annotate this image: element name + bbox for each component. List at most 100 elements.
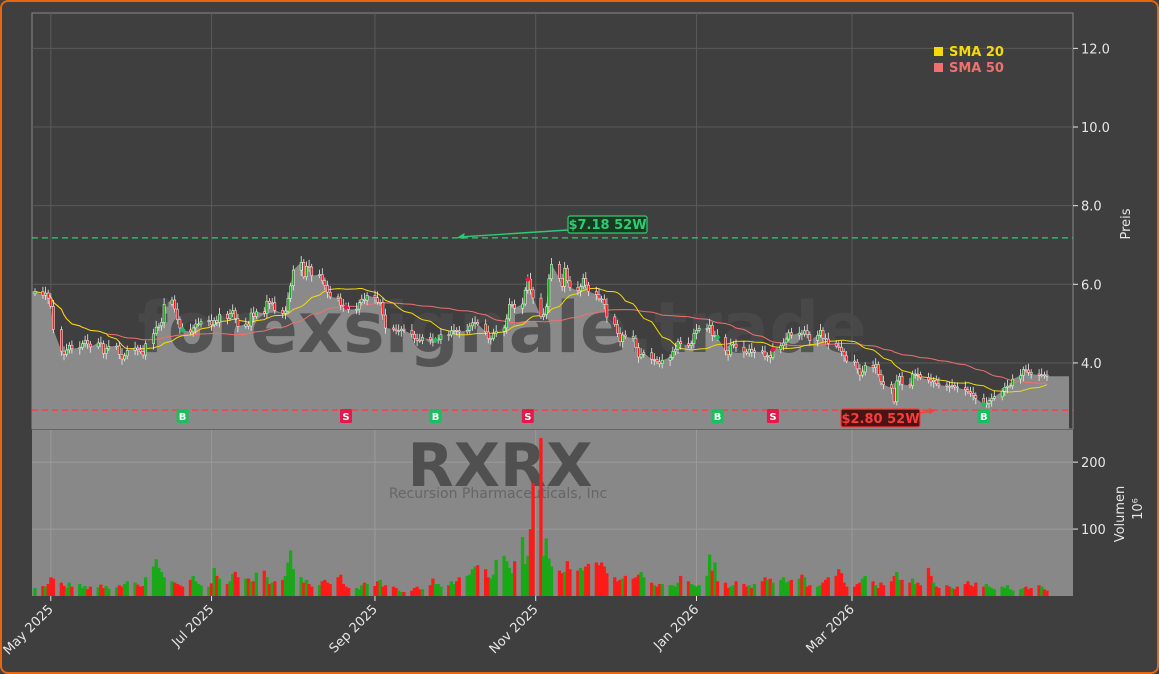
- volume-bar: [752, 584, 757, 596]
- candle-body: [745, 351, 748, 354]
- volume-bar: [273, 581, 277, 596]
- candle-body: [900, 376, 904, 385]
- volume-bar: [900, 579, 904, 596]
- candle-body: [399, 328, 403, 331]
- candle-body: [855, 361, 859, 370]
- candle-body: [919, 374, 922, 378]
- candle-body: [476, 322, 480, 325]
- candle-body: [162, 304, 166, 323]
- candle-body: [732, 343, 735, 346]
- candle-body: [49, 297, 53, 307]
- candle-body: [136, 347, 140, 350]
- signal-label-1: S: [342, 412, 349, 423]
- candle-body: [125, 350, 129, 357]
- candle-body: [874, 364, 878, 368]
- volume-bar: [531, 483, 535, 596]
- candle-body: [932, 379, 936, 383]
- candle-body: [853, 360, 856, 363]
- candle-body: [808, 334, 812, 341]
- candle-body: [890, 384, 893, 389]
- candle-body: [621, 334, 625, 342]
- candle-body: [587, 284, 590, 292]
- candle-body: [948, 385, 951, 388]
- candle-body: [695, 330, 698, 334]
- volume-bar: [1029, 588, 1033, 596]
- candle-body: [336, 296, 340, 299]
- candle-body: [310, 266, 314, 276]
- watermark-brand: forexsignale.trade: [137, 287, 866, 369]
- candle-body: [157, 325, 161, 328]
- candle-body: [191, 327, 195, 333]
- candle-body: [397, 330, 401, 332]
- candle-body: [376, 297, 379, 303]
- candle-body: [1040, 374, 1044, 376]
- candle-body: [539, 297, 543, 317]
- candle-body: [1019, 375, 1022, 380]
- legend-swatch-0: [934, 47, 943, 56]
- candle-body: [44, 292, 47, 296]
- candle-body: [734, 343, 738, 348]
- candle-body: [953, 385, 957, 388]
- candle-body: [265, 300, 269, 314]
- candle-body: [956, 386, 959, 389]
- candle-body: [660, 359, 664, 364]
- candle-body: [1027, 369, 1030, 373]
- date-tick-label-5: Mar 2026: [804, 602, 858, 656]
- candle-body: [381, 302, 385, 316]
- candle-body: [768, 355, 772, 358]
- candle-body: [502, 327, 506, 332]
- candle-body: [286, 298, 290, 312]
- candle-body: [568, 280, 572, 288]
- candle-body: [484, 323, 488, 333]
- candle-body: [747, 348, 751, 354]
- candle-body: [60, 329, 63, 352]
- candle-body: [631, 336, 635, 339]
- candle-body: [579, 286, 582, 291]
- volume-bar: [347, 588, 351, 596]
- candle-body: [447, 334, 451, 336]
- candle-body: [67, 344, 71, 351]
- candle-body: [858, 368, 862, 376]
- volume-bar: [789, 579, 793, 596]
- candle-body: [600, 298, 603, 301]
- candle-body: [510, 304, 514, 306]
- candle-body: [273, 302, 277, 311]
- candle-body: [104, 348, 108, 354]
- candle-body: [945, 384, 949, 387]
- candle-body: [212, 320, 216, 326]
- volume-bar: [33, 588, 37, 596]
- candle-body: [133, 347, 137, 351]
- candle-body: [505, 318, 509, 329]
- date-tick-label-0: May 2025: [2, 602, 57, 658]
- candle-body: [584, 278, 588, 286]
- candle-body: [178, 319, 182, 329]
- candle-body: [937, 383, 941, 386]
- candle-body: [252, 312, 256, 317]
- candle-body: [415, 338, 419, 341]
- candle-body: [800, 332, 804, 335]
- candle-body: [1003, 387, 1007, 392]
- price-tick-label-3: 10.0: [1081, 121, 1110, 136]
- candle-body: [618, 333, 622, 343]
- volume-bar: [107, 588, 111, 596]
- volume-bar: [974, 582, 978, 596]
- volume-bar: [937, 588, 941, 596]
- candle-body: [218, 313, 221, 323]
- candle-body: [542, 314, 545, 317]
- volume-bar: [420, 589, 425, 596]
- candle-body: [341, 304, 345, 307]
- candle-body: [170, 299, 174, 305]
- candle-body: [576, 287, 580, 291]
- candle-body: [96, 342, 100, 348]
- candle-body: [62, 350, 66, 355]
- candle-body: [1011, 378, 1015, 387]
- candle-body: [990, 398, 994, 401]
- volume-bar: [863, 575, 867, 596]
- volume-bar: [383, 585, 388, 596]
- candle-body: [99, 342, 103, 345]
- candle-body: [605, 304, 609, 318]
- candle-body: [726, 350, 730, 355]
- candle-body: [966, 389, 970, 392]
- candle-body: [144, 343, 148, 356]
- date-tick-label-4: Jan 2026: [651, 602, 703, 654]
